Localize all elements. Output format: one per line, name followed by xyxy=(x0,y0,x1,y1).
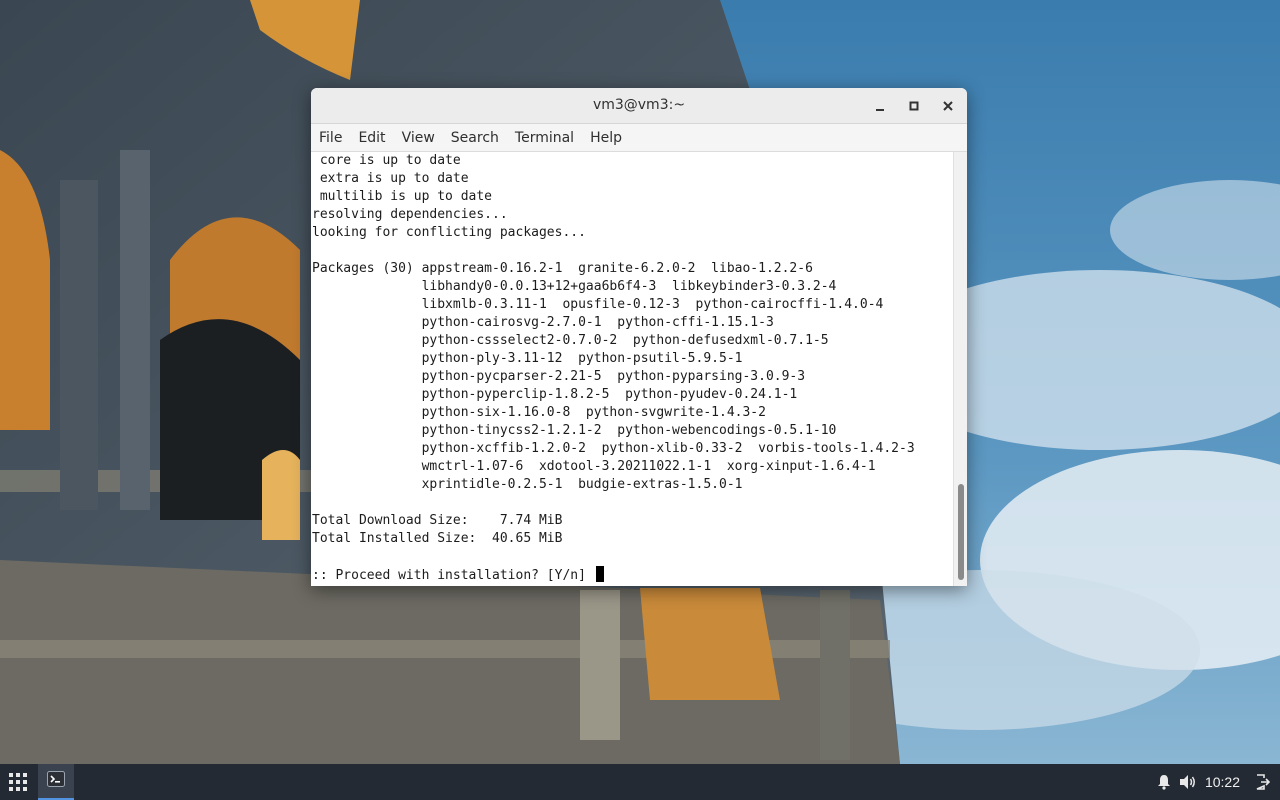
terminal-line: Total Download Size: 7.74 MiB xyxy=(312,513,563,528)
terminal-line: resolving dependencies... xyxy=(312,207,508,222)
menu-search[interactable]: Search xyxy=(451,130,499,146)
taskbar: 10:22 xyxy=(0,764,1280,800)
minimize-icon[interactable] xyxy=(870,96,890,116)
menu-help[interactable]: Help xyxy=(590,130,622,146)
terminal-line: python-cssselect2-0.7.0-2 python-defused… xyxy=(312,333,829,348)
terminal-line: Total Installed Size: 40.65 MiB xyxy=(312,531,563,546)
terminal-line: Packages (30) appstream-0.16.2-1 granite… xyxy=(312,261,813,276)
scrollbar-thumb[interactable] xyxy=(958,484,964,580)
terminal-line: python-six-1.16.0-8 python-svgwrite-1.4.… xyxy=(312,405,766,420)
taskbar-terminal-button[interactable] xyxy=(38,764,74,800)
notification-bell-icon[interactable] xyxy=(1155,773,1173,791)
menu-file[interactable]: File xyxy=(319,130,342,146)
text-cursor xyxy=(595,566,604,582)
terminal-line: libxmlb-0.3.11-1 opusfile-0.12-3 python-… xyxy=(312,297,884,312)
terminal-line: extra is up to date xyxy=(312,171,469,186)
terminal-line: looking for conflicting packages... xyxy=(312,225,586,240)
terminal-line: multilib is up to date xyxy=(312,189,493,204)
maximize-icon[interactable] xyxy=(904,96,924,116)
terminal-icon xyxy=(47,771,65,791)
app-grid-icon[interactable] xyxy=(6,770,30,794)
system-tray: 10:22 xyxy=(1149,764,1272,800)
terminal-window: vm3@vm3:~ File Edit View Search Terminal… xyxy=(311,88,967,586)
terminal-prompt: :: Proceed with installation? [Y/n] xyxy=(312,568,594,583)
terminal-line: python-pycparser-2.21-5 python-pyparsing… xyxy=(312,369,806,384)
terminal-line: xprintidle-0.2.5-1 budgie-extras-1.5.0-1 xyxy=(312,477,743,492)
terminal-line: libhandy0-0.0.13+12+gaa6b6f4-3 libkeybin… xyxy=(312,279,837,294)
close-icon[interactable] xyxy=(938,96,958,116)
terminal-line: python-ply-3.11-12 python-psutil-5.9.5-1 xyxy=(312,351,743,366)
logout-icon[interactable] xyxy=(1254,773,1272,791)
clock[interactable]: 10:22 xyxy=(1205,774,1240,790)
menu-view[interactable]: View xyxy=(402,130,435,146)
terminal-line: python-tinycss2-1.2.1-2 python-webencodi… xyxy=(312,423,837,438)
terminal-line: python-cairosvg-2.7.0-1 python-cffi-1.15… xyxy=(312,315,774,330)
terminal-scrollbar[interactable] xyxy=(953,152,967,586)
terminal-line: python-pyperclip-1.8.2-5 python-pyudev-0… xyxy=(312,387,798,402)
menu-edit[interactable]: Edit xyxy=(358,130,385,146)
menubar: File Edit View Search Terminal Help xyxy=(311,124,967,152)
window-titlebar[interactable]: vm3@vm3:~ xyxy=(311,88,967,124)
terminal-prompt-line[interactable]: :: Proceed with installation? [Y/n] xyxy=(311,566,953,584)
terminal-line: python-xcffib-1.2.0-2 python-xlib-0.33-2… xyxy=(312,441,915,456)
menu-terminal[interactable]: Terminal xyxy=(515,130,574,146)
terminal-line: core is up to date xyxy=(312,153,461,168)
terminal-line: wmctrl-1.07-6 xdotool-3.20211022.1-1 xor… xyxy=(312,459,876,474)
window-title: vm3@vm3:~ xyxy=(592,97,686,113)
volume-icon[interactable] xyxy=(1179,773,1197,791)
terminal-output[interactable]: core is up to date extra is up to date m… xyxy=(311,152,953,586)
